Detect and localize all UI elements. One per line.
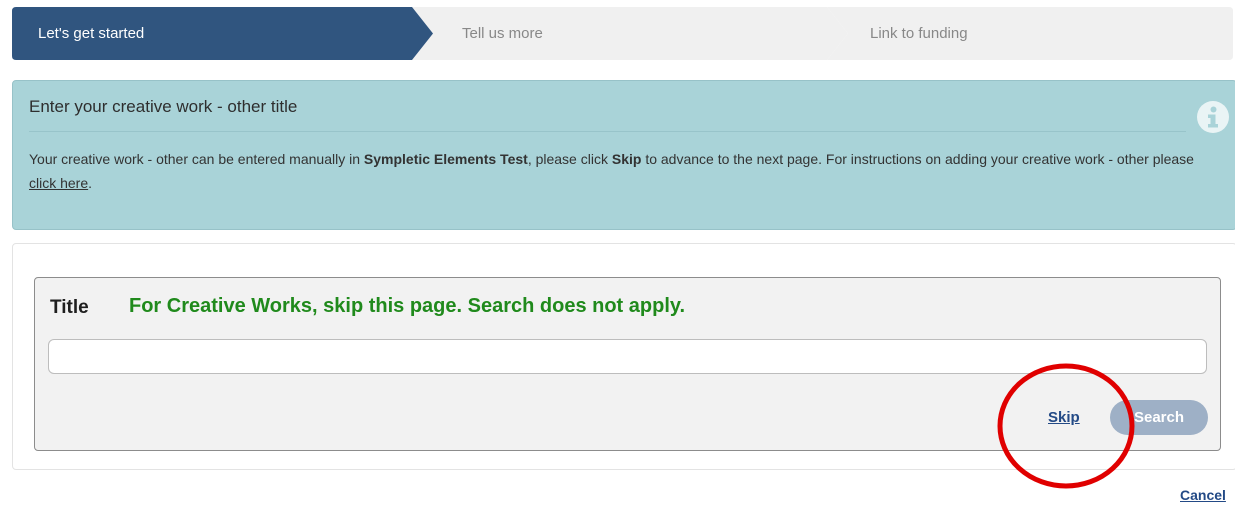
click-here-link[interactable]: click here [29,175,88,191]
title-label: Title [50,297,89,318]
skip-link[interactable]: Skip [1048,409,1080,426]
skip-word: Skip [611,151,642,167]
system-name: Sympletic Elements Test [363,151,528,167]
step-lets-get-started[interactable]: Let's get started [12,7,437,60]
info-panel-title: Enter your creative work - other title [29,97,298,116]
step-tell-us-more[interactable]: Tell us more [412,7,848,60]
info-text-part-3: to advance to the next page. For instruc… [641,151,1194,167]
info-panel-divider [29,131,1186,132]
step-1-label: Let's get started [38,25,145,42]
step-2-label: Tell us more [462,25,543,42]
info-text-part-4: . [88,175,93,191]
steps-wizard: Let's get started Tell us more Link to f… [12,7,1233,60]
title-input[interactable] [48,339,1207,374]
step-3-label: Link to funding [870,25,968,42]
creative-works-notice: For Creative Works, skip this page. Sear… [129,295,686,317]
step-link-to-funding[interactable]: Link to funding [827,7,1233,60]
search-button[interactable]: Search [1110,400,1208,435]
info-panel: Enter your creative work - other title Y… [12,80,1235,230]
title-search-box: Title For Creative Works, skip this page… [34,277,1221,451]
info-panel-text: Your creative work - other can be entere… [29,147,1199,195]
info-text-part-2: , please click [527,151,612,167]
info-text-part-1: Your creative work - other can be entere… [29,151,364,167]
cancel-link[interactable]: Cancel [1180,487,1226,503]
info-circle-icon [1197,101,1229,133]
